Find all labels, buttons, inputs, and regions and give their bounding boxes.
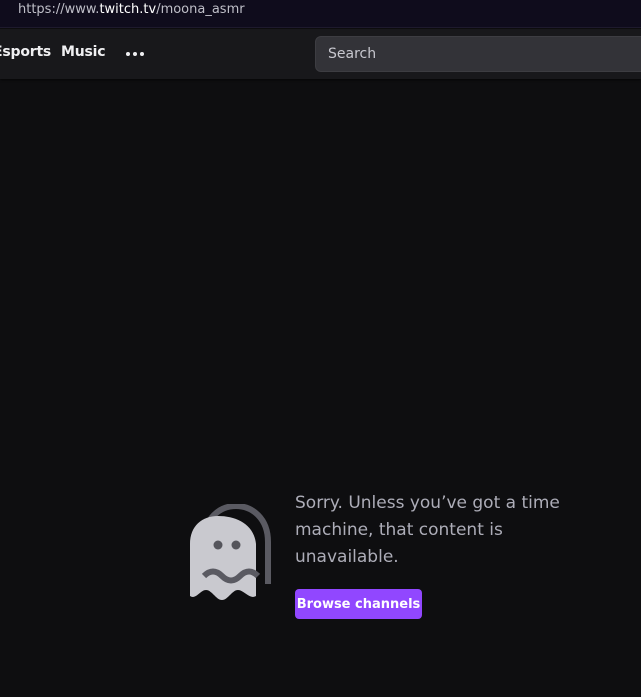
error-message: Sorry. Unless you’ve got a time machine,… <box>295 490 595 571</box>
more-menu-icon[interactable] <box>126 51 144 57</box>
url-path: /moona_asmr <box>156 2 245 17</box>
browse-channels-button[interactable]: Browse channels <box>295 589 422 619</box>
ghost-icon <box>186 502 276 600</box>
error-message-line-1: Sorry. Unless you’ve got a time <box>295 493 560 513</box>
search-placeholder: Search <box>328 46 377 62</box>
nav-link-music[interactable]: Music <box>61 44 106 60</box>
url-prefix: https://www. <box>18 2 100 17</box>
search-input[interactable]: Search <box>315 36 641 72</box>
browser-address-bar[interactable]: https://www.twitch.tv/moona_asmr <box>0 0 641 28</box>
address-url[interactable]: https://www.twitch.tv/moona_asmr <box>18 2 245 17</box>
error-message-line-2: machine, that content is <box>295 520 503 540</box>
error-message-line-3: unavailable. <box>295 547 399 567</box>
url-domain: twitch.tv <box>99 2 157 17</box>
nav-link-esports[interactable]: Esports <box>0 44 51 60</box>
